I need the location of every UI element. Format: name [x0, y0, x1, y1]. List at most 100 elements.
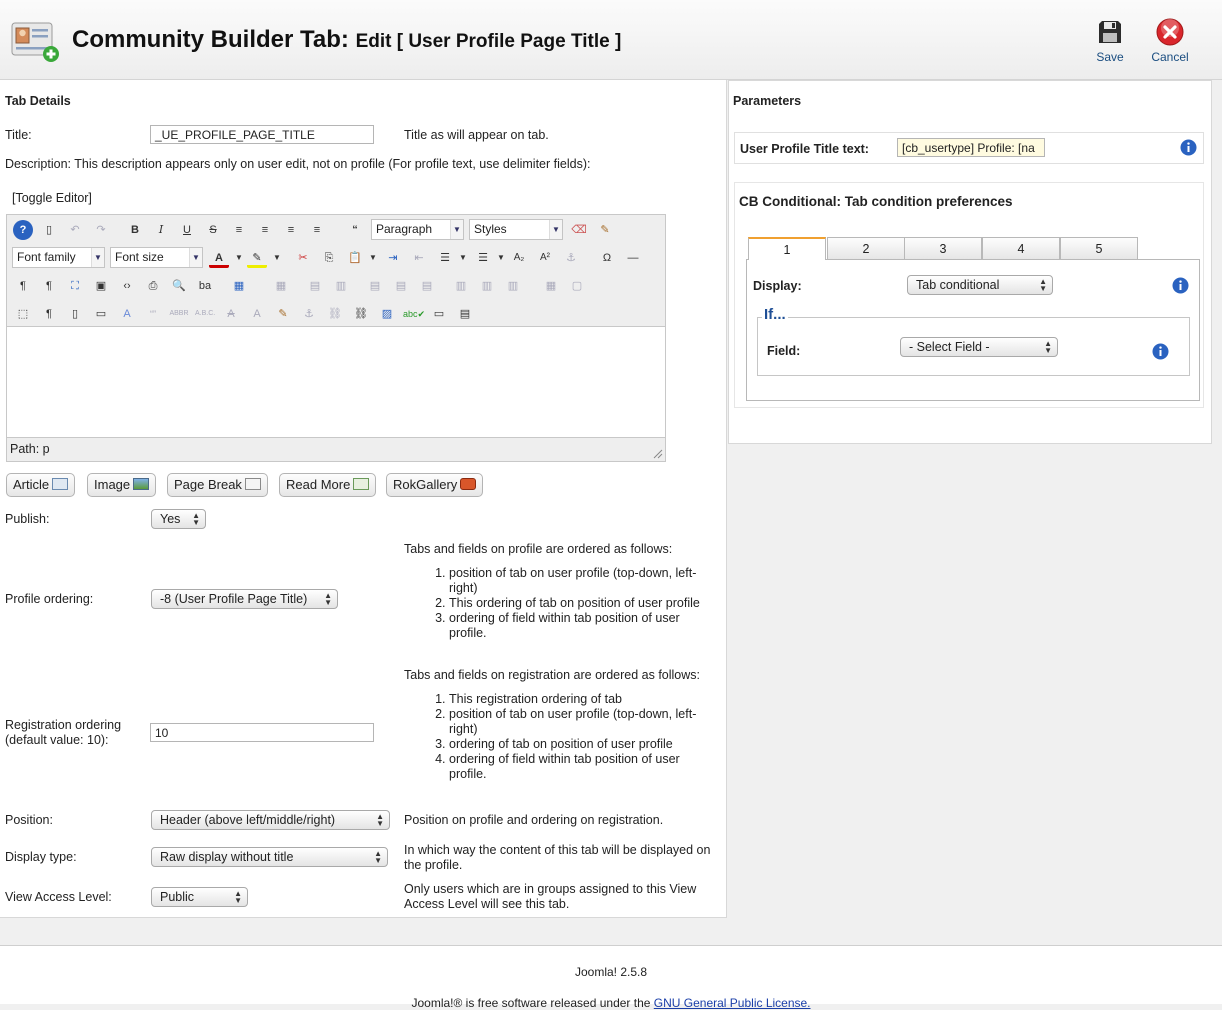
- styles-select[interactable]: Styles ▼: [469, 219, 563, 240]
- delete-row-icon[interactable]: ▤: [417, 276, 437, 296]
- blockquote-icon[interactable]: “: [345, 220, 365, 240]
- page-break-button[interactable]: Page Break: [167, 473, 268, 497]
- image-button[interactable]: Image: [87, 473, 157, 497]
- outdent-icon[interactable]: ⇤: [409, 248, 429, 268]
- print-icon[interactable]: ⎙: [143, 276, 163, 296]
- chevron-down-icon[interactable]: ▼: [453, 248, 473, 268]
- toggle-editor-link[interactable]: [Toggle Editor]: [12, 191, 92, 205]
- spellcheck-icon[interactable]: abc✔: [403, 304, 425, 324]
- eraser-icon[interactable]: ⌫: [569, 220, 589, 240]
- code-icon[interactable]: ‹›: [117, 276, 137, 296]
- insert-layer-icon[interactable]: ▣: [91, 276, 111, 296]
- page-break-icon[interactable]: ▭: [91, 304, 111, 324]
- horizontal-rule-icon[interactable]: —: [623, 248, 643, 268]
- paste-icon[interactable]: 📋: [345, 248, 365, 268]
- font-family-select[interactable]: Font family ▼: [12, 247, 105, 268]
- show-blocks-icon[interactable]: ¶: [39, 304, 59, 324]
- tab-5[interactable]: 5: [1060, 237, 1138, 259]
- rokgallery-button[interactable]: RokGallery: [386, 473, 484, 497]
- row-before-icon[interactable]: ▤: [365, 276, 385, 296]
- layer-icon[interactable]: ▭: [429, 304, 449, 324]
- visual-aid-icon[interactable]: ⬚: [13, 304, 33, 324]
- cleanup-broom-icon[interactable]: ✎: [595, 220, 615, 240]
- align-center-icon[interactable]: ≡: [255, 220, 275, 240]
- subscript-icon[interactable]: A₂: [509, 248, 529, 268]
- acronym-icon[interactable]: A.B.C.: [195, 304, 215, 324]
- new-document-icon[interactable]: ▯: [39, 220, 59, 240]
- superscript-icon[interactable]: A²: [535, 248, 555, 268]
- article-button[interactable]: Article: [6, 473, 76, 497]
- resize-grip-icon[interactable]: [653, 449, 663, 459]
- info-icon[interactable]: [1172, 277, 1189, 294]
- anchor-icon[interactable]: ⚓: [561, 248, 581, 268]
- anchor-link-icon[interactable]: ⚓: [299, 304, 319, 324]
- styles-icon[interactable]: A: [117, 304, 137, 324]
- special-character-icon[interactable]: Ω: [597, 248, 617, 268]
- profile-title-input[interactable]: [cb_usertype] Profile: [na: [897, 138, 1045, 157]
- profile-ordering-select[interactable]: -8 (User Profile Page Title) ▲ ▼: [151, 589, 338, 609]
- strikethrough-icon[interactable]: S: [203, 220, 223, 240]
- table-row-props-icon[interactable]: ▤: [305, 276, 325, 296]
- italic-icon[interactable]: I: [151, 220, 171, 240]
- cite-icon[interactable]: “”: [143, 304, 163, 324]
- template-icon[interactable]: ▯: [65, 304, 85, 324]
- replace-icon[interactable]: ba: [195, 276, 215, 296]
- paragraph-select[interactable]: Paragraph ▼: [371, 219, 464, 240]
- read-more-button[interactable]: Read More: [279, 473, 377, 497]
- split-cells-icon[interactable]: ▦: [541, 276, 561, 296]
- view-access-select[interactable]: Public ▲ ▼: [151, 887, 248, 907]
- delete-table-icon[interactable]: ▦: [271, 276, 291, 296]
- rtl-icon[interactable]: ¶: [39, 276, 59, 296]
- highlight-color-icon[interactable]: ✎: [247, 248, 267, 268]
- attributes-icon[interactable]: ✎: [273, 304, 293, 324]
- cancel-button[interactable]: Cancel: [1142, 18, 1198, 64]
- info-icon[interactable]: [1152, 343, 1169, 360]
- position-select[interactable]: Header (above left/middle/right) ▲ ▼: [151, 810, 390, 830]
- indent-icon[interactable]: ⇥: [383, 248, 403, 268]
- license-link[interactable]: GNU General Public License.: [654, 996, 811, 1010]
- fullscreen-icon[interactable]: ⛶: [65, 276, 85, 296]
- insert-table-icon[interactable]: ▦: [229, 276, 249, 296]
- insert-text-icon[interactable]: A: [247, 304, 267, 324]
- align-left-icon[interactable]: ≡: [281, 220, 301, 240]
- col-before-icon[interactable]: ▥: [451, 276, 471, 296]
- media-icon[interactable]: ▤: [455, 304, 475, 324]
- info-icon[interactable]: [1180, 139, 1197, 156]
- field-select[interactable]: - Select Field - ▲ ▼: [900, 337, 1058, 357]
- bullet-list-icon[interactable]: ☰: [473, 248, 493, 268]
- row-after-icon[interactable]: ▤: [391, 276, 411, 296]
- path-value[interactable]: p: [43, 442, 50, 456]
- save-button[interactable]: Save: [1082, 18, 1138, 64]
- align-right-icon[interactable]: ≡: [307, 220, 327, 240]
- underline-icon[interactable]: U: [177, 220, 197, 240]
- unlink-icon[interactable]: ⛓: [325, 304, 345, 324]
- chevron-down-icon[interactable]: ▼: [363, 248, 383, 268]
- bold-icon[interactable]: B: [125, 220, 145, 240]
- abbr-icon[interactable]: ABBR: [169, 304, 189, 324]
- link-icon[interactable]: ⛓: [351, 304, 371, 324]
- numbered-list-icon[interactable]: ☰: [435, 248, 455, 268]
- delete-text-icon[interactable]: A: [221, 304, 241, 324]
- help-icon[interactable]: ?: [13, 220, 33, 240]
- undo-icon[interactable]: ↶: [65, 220, 85, 240]
- chevron-down-icon[interactable]: ▼: [229, 248, 249, 268]
- ltr-icon[interactable]: ¶: [13, 276, 33, 296]
- title-input[interactable]: _UE_PROFILE_PAGE_TITLE: [150, 125, 374, 144]
- merge-cells-icon[interactable]: ▢: [567, 276, 587, 296]
- font-size-select[interactable]: Font size ▼: [110, 247, 203, 268]
- chevron-down-icon[interactable]: ▼: [491, 248, 511, 268]
- display-select[interactable]: Tab conditional ▲ ▼: [907, 275, 1053, 295]
- chevron-down-icon[interactable]: ▼: [267, 248, 287, 268]
- publish-select[interactable]: Yes ▲ ▼: [151, 509, 206, 529]
- delete-col-icon[interactable]: ▥: [503, 276, 523, 296]
- cut-icon[interactable]: ✂: [293, 248, 313, 268]
- tab-3[interactable]: 3: [904, 237, 982, 259]
- display-type-select[interactable]: Raw display without title ▲ ▼: [151, 847, 388, 867]
- copy-icon[interactable]: ⎘: [319, 248, 339, 268]
- tab-1[interactable]: 1: [748, 237, 826, 260]
- search-icon[interactable]: 🔍: [169, 276, 189, 296]
- tab-4[interactable]: 4: [982, 237, 1060, 259]
- align-justify-icon[interactable]: ≡: [229, 220, 249, 240]
- registration-ordering-input[interactable]: 10: [150, 723, 374, 742]
- redo-icon[interactable]: ↷: [91, 220, 111, 240]
